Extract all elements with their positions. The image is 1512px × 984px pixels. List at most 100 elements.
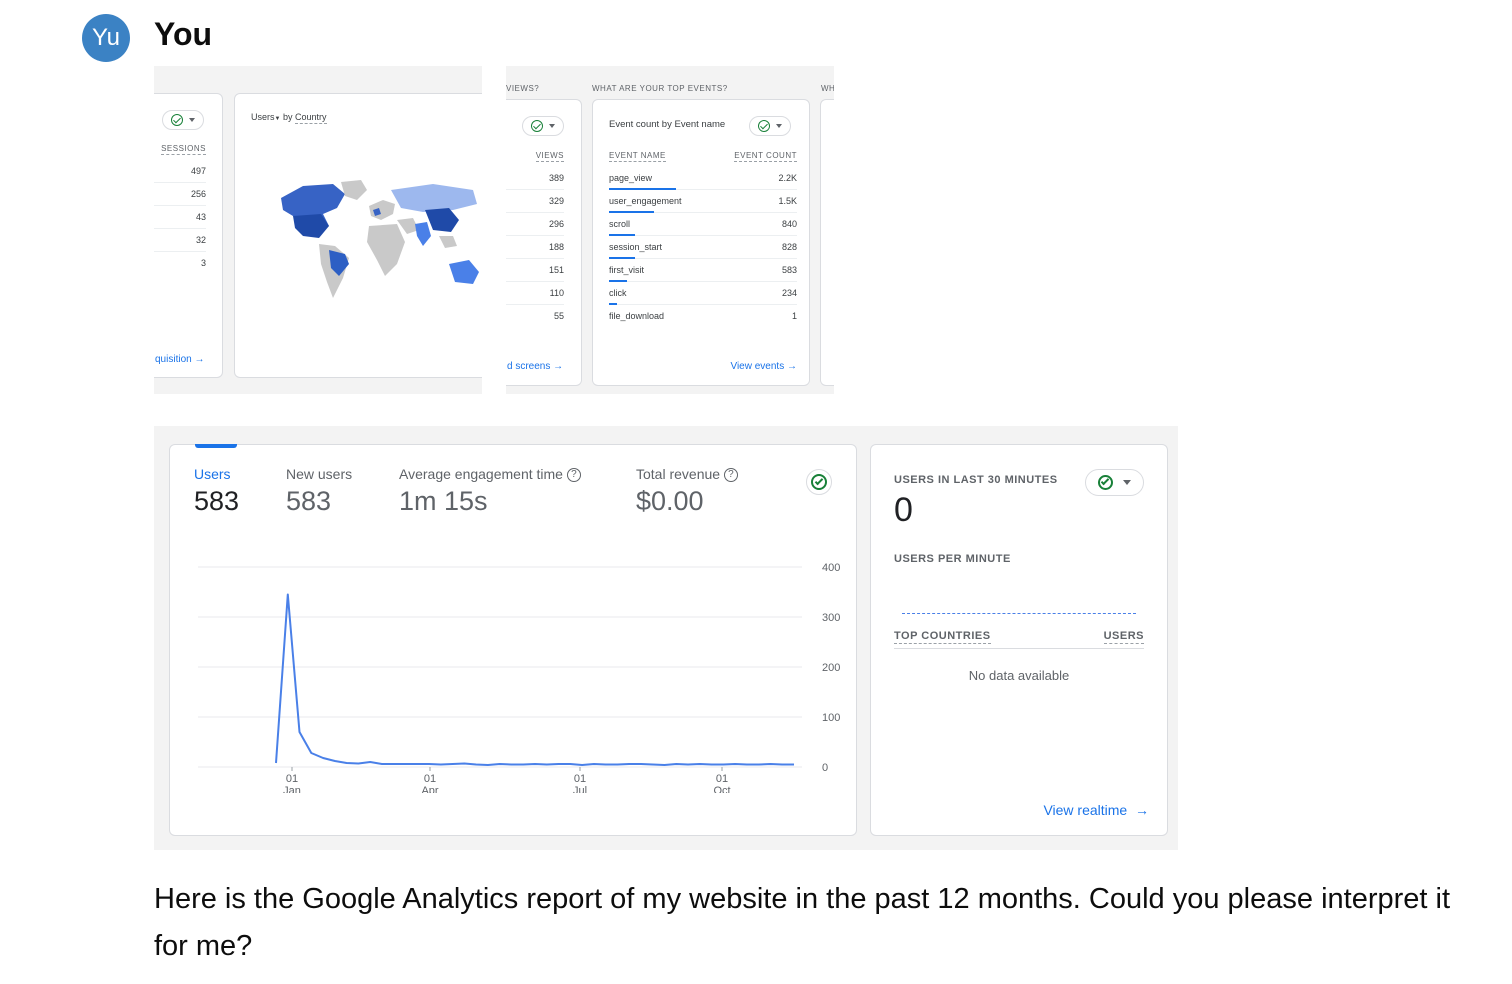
sessions-row: 43 [154,206,206,229]
map-greenland [341,180,367,200]
user-avatar: Yu [82,14,130,62]
event-row[interactable]: user_engagement 1.5K [609,190,797,213]
view-events-link[interactable]: View events → [730,361,797,372]
arrow-right-icon: → [553,361,564,372]
event-row[interactable]: scroll 840 [609,213,797,236]
map-russia [391,184,477,212]
event-name: first_visit [609,265,645,275]
event-count: 840 [781,219,797,229]
events-card-title: Event count by Event name [609,119,726,130]
help-icon[interactable]: ? [566,468,581,483]
comparison-check-button[interactable] [806,469,832,495]
sessions-row: 3 [154,252,206,275]
event-row[interactable]: session_start 828 [609,236,797,259]
view-events-label: View events [730,361,785,372]
caret-down-icon [1123,480,1131,485]
comparison-selector[interactable] [162,110,204,130]
acquisition-link-label: quisition [155,354,192,365]
comparison-selector[interactable] [749,116,791,136]
views-row: 188 [506,236,564,259]
x-tick-month: Jan [283,785,301,793]
view-realtime-label: View realtime [1043,802,1128,818]
map-metric-label: Users [251,112,275,122]
users-by-country-card: Users▼ by Country [234,93,482,378]
world-map [281,180,479,298]
metric-value: 583 [286,486,332,516]
overview-card: Users 583 New users 583 Average engageme… [169,444,857,836]
arrow-right-icon: → [194,354,205,365]
view-realtime-link[interactable]: View realtime → [1043,802,1149,818]
screens-link[interactable]: d screens → [507,361,563,372]
comparison-selector[interactable] [1085,469,1144,496]
views-value: 389 [548,173,564,183]
metric-value: 583 [194,486,240,516]
views-row: 55 [506,305,564,328]
users-header: USERS [1103,630,1144,644]
check-circle-icon [1098,475,1113,490]
map-australia [449,260,479,284]
users-series-line [275,593,794,766]
event-row[interactable]: click 234 [609,282,797,305]
map-africa [367,224,405,276]
caret-down-icon [776,124,782,128]
check-circle-icon [758,120,770,132]
metric-new-users[interactable]: New users 583 [286,466,352,517]
sessions-header: SESSIONS [161,144,206,155]
event-row[interactable]: file_download 1 [609,305,797,328]
metric-users[interactable]: Users 583 [194,466,239,517]
user-message-text: Here is the Google Analytics report of m… [154,883,1451,962]
sessions-card: SESSIONS 497 256 43 32 3 quisition → [154,93,223,378]
attached-screenshot-overview[interactable]: Users 583 New users 583 Average engageme… [154,426,1178,850]
attached-screenshot-views-events[interactable]: VIEWS? WHAT ARE YOUR TOP EVENTS? WH VIEW… [506,66,834,394]
top-events-card: Event count by Event name EVENT NAME EVE… [592,99,810,386]
event-name: scroll [609,219,631,229]
metric-total-revenue[interactable]: Total revenue ? $0.00 [636,466,738,517]
event-row[interactable]: first_visit 583 [609,259,797,282]
caret-down-icon [549,124,555,128]
sessions-row: 497 [154,160,206,183]
active-tab-indicator [195,444,237,448]
metric-label: Average engagement time [399,466,563,482]
views-question: VIEWS? [506,84,540,93]
screens-link-label: d screens [507,361,551,372]
map-card-title: Users▼ by Country [251,112,327,124]
top-events-question: WHAT ARE YOUR TOP EVENTS? [592,84,728,93]
sessions-row: 256 [154,183,206,206]
sessions-row: 32 [154,229,206,252]
sessions-value: 497 [190,166,206,176]
map-europe [369,200,395,220]
per-minute-label: USERS PER MINUTE [894,553,1011,565]
acquisition-link[interactable]: quisition → [155,354,204,365]
x-tick-month: Oct [713,785,730,793]
views-value: 110 [549,288,564,298]
y-tick-label: 400 [822,562,840,574]
metric-label: Users [194,466,231,482]
map-india [415,222,431,246]
views-card: VIEWS 389 329 296 188 151 110 55 d scree… [506,99,582,386]
sessions-value: 32 [195,235,206,245]
metric-label: New users [286,466,353,482]
realtime-card: USERS IN LAST 30 MINUTES 0 USERS PER MIN… [870,444,1168,836]
next-card-edge [820,99,834,386]
comparison-selector[interactable] [522,116,564,136]
x-tick-month: Apr [421,785,438,793]
event-name: click [609,288,627,298]
event-row[interactable]: page_view 2.2K [609,167,797,190]
event-name: page_view [609,173,653,183]
author-name: You [154,16,213,52]
metric-value: $0.00 [636,486,704,517]
next-question: WH [821,84,834,93]
help-icon[interactable]: ? [723,468,738,483]
attached-screenshot-sessions-map[interactable]: SESSIONS 497 256 43 32 3 quisition → Use… [154,66,482,394]
metric-label-row: Total revenue ? [636,466,738,483]
avatar-initials: Yu [91,24,121,51]
views-row: 296 [506,213,564,236]
check-circle-icon [531,120,543,132]
arrow-right-icon: → [1135,802,1149,818]
y-tick-label: 300 [822,612,840,624]
event-name: user_engagement [609,196,682,206]
event-count: 828 [781,242,797,252]
map-dimension-label: Country [294,112,327,124]
metric-engagement-time[interactable]: Average engagement time ? 1m 15s [399,466,581,517]
map-china [425,208,459,232]
